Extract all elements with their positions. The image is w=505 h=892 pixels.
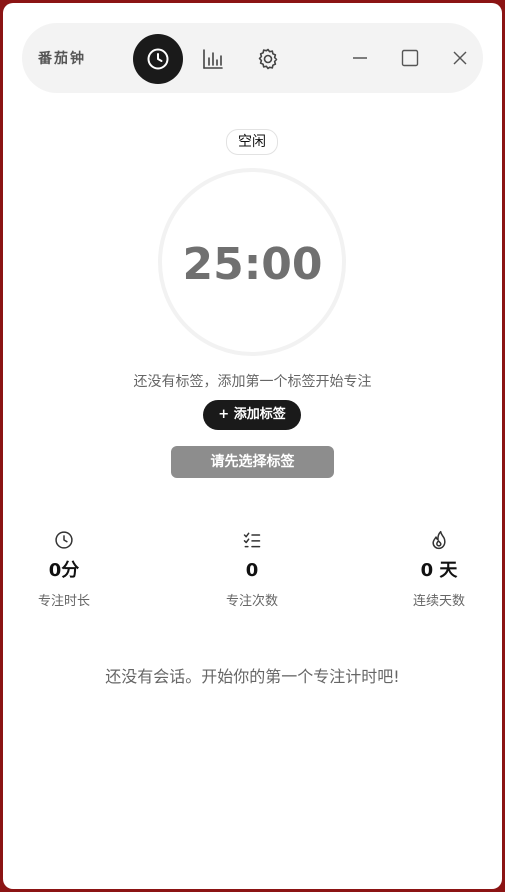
stat-value: 0分	[48, 560, 80, 581]
gear-icon	[258, 48, 278, 70]
clock-icon	[55, 531, 73, 549]
title-bar: 番茄钟	[22, 23, 483, 93]
app-window: 番茄钟 空闲 25:00 还没有标签，添加第一个标签开始专注 + 添加标签 请先…	[3, 3, 502, 889]
start-button[interactable]: 请先选择标签	[171, 446, 334, 478]
nav-timer-button[interactable]	[133, 34, 183, 84]
stat-value: 0	[245, 560, 259, 581]
stat-focus-duration: 0分 专注时长	[9, 529, 119, 609]
minimize-icon	[353, 57, 367, 59]
status-badge: 空闲	[226, 129, 278, 155]
add-tag-button[interactable]: + 添加标签	[203, 400, 301, 430]
no-tags-hint: 还没有标签，添加第一个标签开始专注	[133, 374, 372, 390]
maximize-icon	[401, 49, 419, 67]
nav-stats-button[interactable]	[188, 34, 238, 84]
close-button[interactable]	[446, 44, 474, 72]
checklist-icon	[243, 532, 261, 548]
timer-display: 25:00	[182, 239, 323, 290]
nav-settings-button[interactable]	[243, 34, 293, 84]
stat-label: 专注时长	[37, 594, 90, 609]
app-title: 番茄钟	[38, 51, 86, 67]
stat-streak-days: 0 天 连续天数	[384, 529, 494, 609]
stat-label: 连续天数	[412, 594, 465, 609]
maximize-button[interactable]	[396, 44, 424, 72]
close-icon	[453, 51, 467, 65]
stat-focus-count: 0 专注次数	[197, 529, 307, 609]
stat-label: 专注次数	[225, 594, 278, 609]
bar-chart-icon	[203, 49, 223, 69]
minimize-button[interactable]	[346, 44, 374, 72]
flame-icon	[432, 530, 446, 550]
clock-icon	[147, 48, 169, 70]
empty-sessions-message: 还没有会话。开始你的第一个专注计时吧!	[105, 667, 400, 686]
stat-value: 0 天	[420, 560, 458, 581]
